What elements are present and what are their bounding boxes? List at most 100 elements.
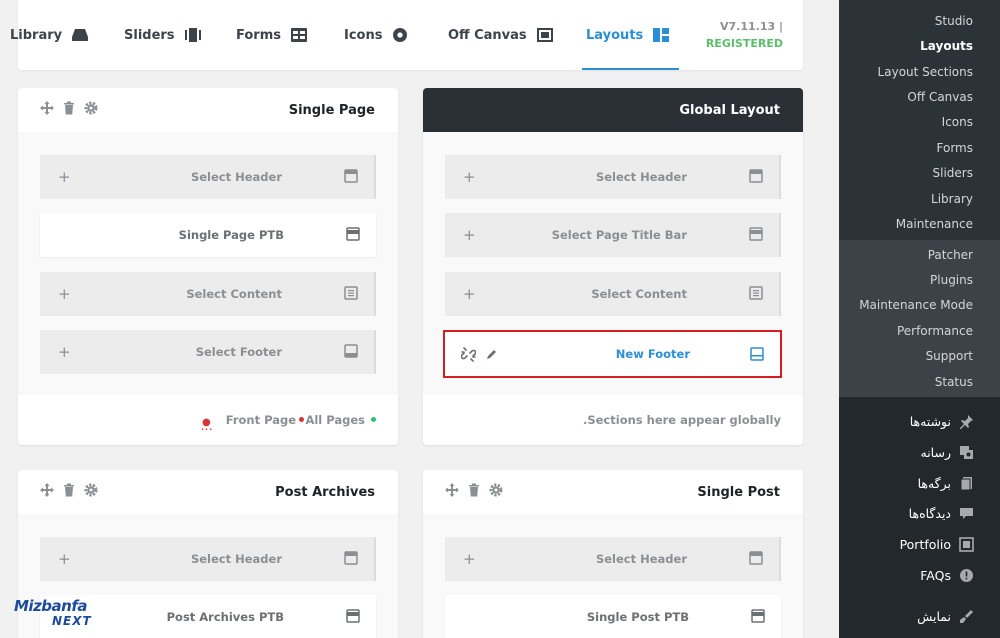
edit-pencil-icon[interactable] xyxy=(486,348,498,360)
sidebar-menu-comments[interactable]: دیدگاه‌ها xyxy=(909,506,974,521)
select-header-row[interactable]: + Select Header xyxy=(40,537,376,581)
menu-label: دیدگاه‌ها xyxy=(908,506,951,521)
logo-line1: Mizbanfa xyxy=(14,597,88,615)
tab-icons-label: Icons xyxy=(344,27,383,43)
header-section-icon xyxy=(749,169,763,183)
header-section-icon xyxy=(344,551,358,565)
sidebar-item-icons[interactable]: Icons xyxy=(942,115,973,129)
row-label: Select Content xyxy=(186,287,282,301)
sidebar-item-library[interactable]: Library xyxy=(931,192,973,206)
gear-icon[interactable] xyxy=(84,483,98,497)
plus-icon[interactable]: + xyxy=(58,285,71,303)
sidebar-menu-posts[interactable]: نوشته‌ها xyxy=(910,414,974,429)
sidebar-item-support[interactable]: Support xyxy=(926,349,973,363)
submenu-a: Studio Layouts Layout Sections Off Canva… xyxy=(839,0,1000,240)
select-header-row[interactable]: + Select Header xyxy=(40,155,376,199)
select-header-row[interactable]: + Select Header xyxy=(445,537,781,581)
row-label: Select Header xyxy=(595,552,687,566)
plus-icon[interactable]: + xyxy=(58,550,71,568)
tab-icons[interactable]: Icons xyxy=(344,0,408,70)
mizbanfa-watermark-logo: Mizbanfa NEXT xyxy=(12,597,112,631)
sidebar-item-maintenance[interactable]: Maintenance xyxy=(896,217,973,231)
header-section-icon xyxy=(344,169,358,183)
sidebar-item-off-canvas[interactable]: Off Canvas xyxy=(907,90,973,104)
sidebar-menu-portfolio[interactable]: Portfolio xyxy=(900,537,974,552)
gear-icon[interactable] xyxy=(489,483,503,497)
layout-card-single-post: Single Post + Select Header Single Post … xyxy=(423,470,803,638)
logo-line2: NEXT xyxy=(52,614,92,628)
sidebar-menu-faqs[interactable]: FAQs xyxy=(920,568,974,583)
front-page-label[interactable]: Front Page xyxy=(226,413,296,427)
tab-layouts[interactable]: Layouts xyxy=(581,0,680,70)
move-icon[interactable] xyxy=(40,101,54,115)
ptb-row[interactable]: Single Page PTB xyxy=(40,213,376,257)
tab-library[interactable]: Library xyxy=(10,0,89,70)
sidebar-menu-pages[interactable]: برگه‌ها xyxy=(918,476,974,491)
plus-icon[interactable]: + xyxy=(463,168,476,186)
tab-library-label: Library xyxy=(10,27,63,43)
trash-icon[interactable] xyxy=(62,483,76,497)
sidebar-menu-appearance[interactable]: نمایش xyxy=(917,609,974,624)
sidebar-menu-media[interactable]: رسانه xyxy=(921,445,975,460)
sidebar-item-status[interactable]: Status xyxy=(935,375,973,389)
menu-label: نوشته‌ها xyxy=(909,414,951,429)
plus-icon[interactable]: + xyxy=(463,550,476,568)
plus-icon[interactable]: + xyxy=(463,226,476,244)
card-tools xyxy=(445,483,503,497)
select-footer-row[interactable]: + Select Footer xyxy=(40,330,376,374)
portfolio-icon xyxy=(959,537,974,552)
sidebar-item-studio[interactable]: Studio xyxy=(935,14,973,28)
move-icon[interactable] xyxy=(40,483,54,497)
sidebar-item-layout-sections[interactable]: Layout Sections xyxy=(878,65,973,79)
card-header: Single Post xyxy=(423,470,803,514)
row-label: Select Header xyxy=(190,552,282,566)
admin-sidebar: Studio Layouts Layout Sections Off Canva… xyxy=(839,0,1000,638)
select-header-row[interactable]: + Select Header xyxy=(445,155,781,199)
title-bar-icon xyxy=(346,609,360,623)
card-header: Post Archives xyxy=(18,470,398,514)
layouts-icon xyxy=(653,28,670,42)
card-title: Post Archives xyxy=(275,484,375,500)
registered-status: REGISTERED xyxy=(705,37,783,50)
title-bar-icon xyxy=(751,609,765,623)
select-content-row[interactable]: + Select Content xyxy=(40,272,376,316)
tab-layouts-label: Layouts xyxy=(586,27,644,43)
sidebar-item-plugins[interactable]: Plugins xyxy=(930,273,973,287)
tab-off-canvas[interactable]: Off Canvas xyxy=(448,0,553,70)
tab-sliders[interactable]: Sliders xyxy=(124,0,201,70)
gear-icon[interactable] xyxy=(84,101,98,115)
sidebar-item-maintenance-mode[interactable]: Maintenance Mode xyxy=(859,298,973,312)
menu-label: FAQs xyxy=(920,568,951,583)
sidebar-item-forms[interactable]: Forms xyxy=(937,141,973,155)
tab-forms[interactable]: Forms xyxy=(236,0,307,70)
ptb-row[interactable]: Single Post PTB xyxy=(445,595,781,638)
plus-icon[interactable]: + xyxy=(463,285,476,303)
trash-icon[interactable] xyxy=(62,101,76,115)
card-title: Single Page xyxy=(288,102,375,118)
title-bar-icon xyxy=(346,227,360,241)
menu-label: نمایش xyxy=(917,609,951,624)
media-icon xyxy=(960,446,973,459)
new-footer-row[interactable]: New Footer xyxy=(443,330,782,378)
row-label: Single Page PTB xyxy=(178,228,284,242)
sidebar-item-patcher[interactable]: Patcher xyxy=(928,248,973,262)
unlink-icon[interactable] xyxy=(461,347,476,362)
sliders-icon xyxy=(184,28,201,42)
tab-off-canvas-label: Off Canvas xyxy=(448,27,527,43)
trash-icon[interactable] xyxy=(467,483,481,497)
move-icon[interactable] xyxy=(445,483,459,497)
all-pages-label[interactable]: All Pages xyxy=(305,413,365,427)
library-icon xyxy=(72,29,89,41)
sidebar-item-performance[interactable]: Performance xyxy=(897,324,973,338)
sidebar-item-layouts[interactable]: Layouts xyxy=(920,39,973,53)
sidebar-item-sliders[interactable]: Sliders xyxy=(933,166,973,180)
select-content-row[interactable]: + Select Content xyxy=(445,272,781,316)
header-section-icon xyxy=(749,551,763,565)
select-title-bar-row[interactable]: + Select Page Title Bar xyxy=(445,213,781,257)
plus-icon[interactable]: + xyxy=(58,343,71,361)
card-tools xyxy=(40,483,98,497)
faq-icon xyxy=(960,569,973,582)
pin-icon xyxy=(960,415,973,429)
plus-icon[interactable]: + xyxy=(58,168,71,186)
layout-card-single-page: Single Page + Select Header Single Page … xyxy=(18,88,398,445)
